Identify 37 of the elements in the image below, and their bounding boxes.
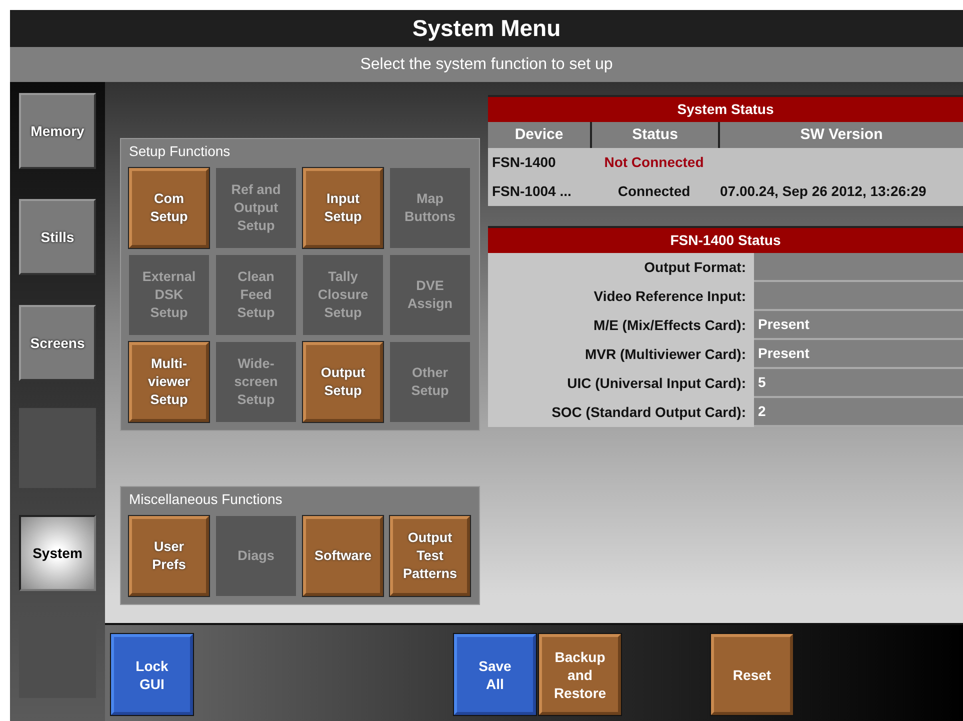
function-button[interactable]: Output Test Patterns: [390, 516, 470, 596]
field-value: 5: [754, 369, 963, 398]
table-cell-text: 07.00.24, Sep 26 2012, 13:26:29: [719, 182, 928, 201]
table-title: System Status: [488, 95, 963, 122]
function-button[interactable]: User Prefs: [129, 516, 209, 596]
column-header: Device: [514, 124, 564, 145]
sidebar-button[interactable]: Screens: [19, 305, 96, 381]
function-button[interactable]: Software: [303, 516, 383, 596]
bottom-button[interactable]: Backup and Restore: [539, 634, 621, 715]
function-button[interactable]: Input Setup: [303, 168, 383, 248]
field-label: SOC (Standard Output Card):: [488, 398, 754, 427]
field-value: Present: [754, 311, 963, 340]
status-cell-text: Connected: [616, 182, 692, 201]
function-button[interactable]: Output Setup: [303, 342, 383, 422]
sidebar-button[interactable]: System: [19, 515, 96, 591]
function-button[interactable]: Multi- viewer Setup: [129, 342, 209, 422]
bottom-button[interactable]: Reset: [711, 634, 793, 715]
bottom-button[interactable]: Save All: [454, 634, 536, 715]
field-value: Present: [754, 340, 963, 369]
panel-title: Miscellaneous Functions: [129, 490, 284, 509]
function-button[interactable]: Com Setup: [129, 168, 209, 248]
field-label: UIC (Universal Input Card):: [488, 369, 754, 398]
subtitle: Select the system function to set up: [10, 47, 963, 82]
field-label: Video Reference Input:: [488, 282, 754, 311]
field-label: MVR (Multiviewer Card):: [488, 340, 754, 369]
table-title: FSN-1400 Status: [488, 226, 963, 253]
field-label: Output Format:: [488, 253, 754, 282]
table-cell-text: FSN-1004 ...: [491, 182, 572, 201]
sidebar-button[interactable]: Stills: [19, 199, 96, 275]
window-title: System Menu: [10, 10, 963, 47]
panel-title: Setup Functions: [129, 142, 232, 161]
sidebar-button[interactable]: Memory: [19, 93, 96, 169]
field-label: M/E (Mix/Effects Card):: [488, 311, 754, 340]
field-value: 2: [754, 398, 963, 427]
bottom-button[interactable]: Lock GUI: [111, 634, 193, 715]
table-cell-text: FSN-1400: [491, 153, 557, 172]
status-cell-text: Not Connected: [603, 153, 705, 172]
